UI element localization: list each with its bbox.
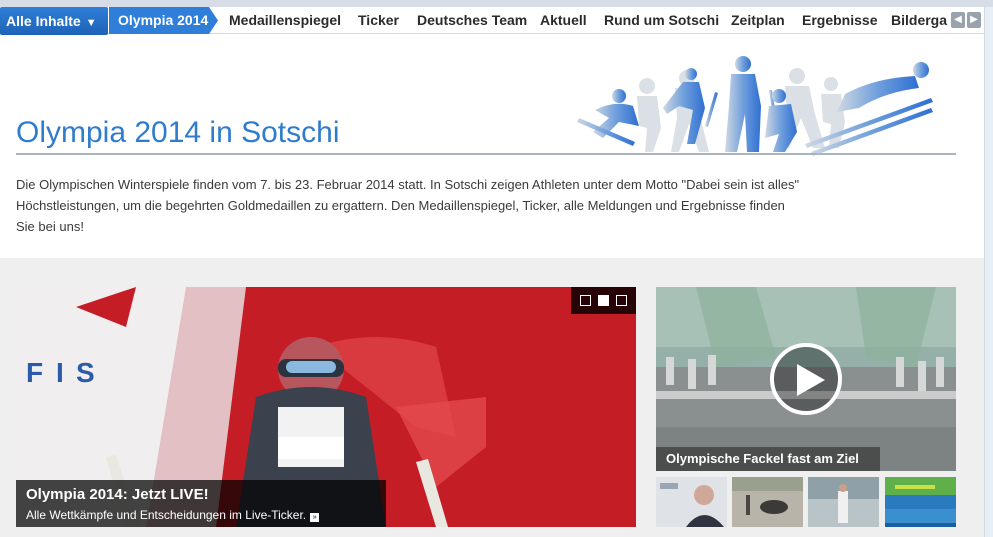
nav-item-aktuell[interactable]: Aktuell (540, 7, 587, 34)
winter-athletes-illustration (577, 56, 933, 156)
video-teaser[interactable]: Olympische Fackel fast am Ziel (656, 287, 956, 471)
fis-logo-text: F (26, 357, 43, 388)
video-caption[interactable]: Olympische Fackel fast am Ziel (656, 447, 880, 471)
video-thumbnail-1[interactable] (656, 477, 727, 527)
double-arrow-icon: » (310, 513, 320, 522)
teaser-subline[interactable]: Alle Wettkämpfe und Entscheidungen im Li… (26, 508, 320, 522)
chevron-left-icon[interactable]: ◀ (951, 12, 965, 28)
nav-item-zeitplan[interactable]: Zeitplan (731, 7, 785, 34)
play-button[interactable] (770, 343, 842, 415)
nav-item-label: Olympia 2014 (118, 12, 209, 28)
intro-text: Die Olympischen Winterspiele finden vom … (16, 177, 800, 234)
svg-text:S: S (76, 357, 95, 388)
chevron-down-icon: ▼ (85, 17, 97, 29)
slide-dot-3[interactable] (616, 295, 627, 306)
nav-item-ergebnisse[interactable]: Ergebnisse (802, 7, 877, 34)
nav-item-medaillenspiegel[interactable]: Medaillenspiegel (229, 7, 341, 34)
video-thumbnail-3[interactable] (808, 477, 879, 527)
page-title: Olympia 2014 in Sotschi (16, 116, 340, 149)
slide-dot-2[interactable] (598, 295, 609, 306)
main-teaser[interactable]: F I S Olympia 2014: Jetzt LIVE! Alle Wet… (16, 287, 636, 527)
slide-dot-1[interactable] (580, 295, 591, 306)
nav-item-ticker[interactable]: Ticker (358, 7, 399, 34)
nav-item-olympia-2014[interactable]: Olympia 2014 (109, 7, 218, 34)
slide-indicator (571, 287, 636, 314)
teaser-subline-text: Alle Wettkämpfe und Entscheidungen im Li… (26, 508, 307, 522)
all-contents-label: Alle Inhalte (6, 13, 81, 29)
nav-item-bildergalerien[interactable]: Bilderga (891, 7, 947, 34)
play-icon (797, 364, 825, 396)
title-divider (16, 153, 956, 155)
teaser-caption[interactable]: Olympia 2014: Jetzt LIVE! Alle Wettkämpf… (16, 480, 386, 527)
page-scrollbar[interactable] (984, 7, 993, 537)
nav-item-rund-um-sotschi[interactable]: Rund um Sotschi (604, 7, 719, 34)
svg-text:I: I (56, 357, 64, 388)
video-thumbnail-2[interactable] (732, 477, 803, 527)
teaser-headline[interactable]: Olympia 2014: Jetzt LIVE! (26, 486, 209, 503)
chevron-right-icon[interactable]: ▶ (967, 12, 981, 28)
main-nav: Alle Inhalte ▼ Olympia 2014 Medaillenspie… (0, 7, 984, 35)
video-thumbnail-4[interactable] (885, 477, 956, 527)
nav-item-deutsches-team[interactable]: Deutsches Team (417, 7, 527, 34)
all-contents-dropdown[interactable]: Alle Inhalte ▼ (0, 7, 108, 35)
top-strip (0, 0, 993, 7)
